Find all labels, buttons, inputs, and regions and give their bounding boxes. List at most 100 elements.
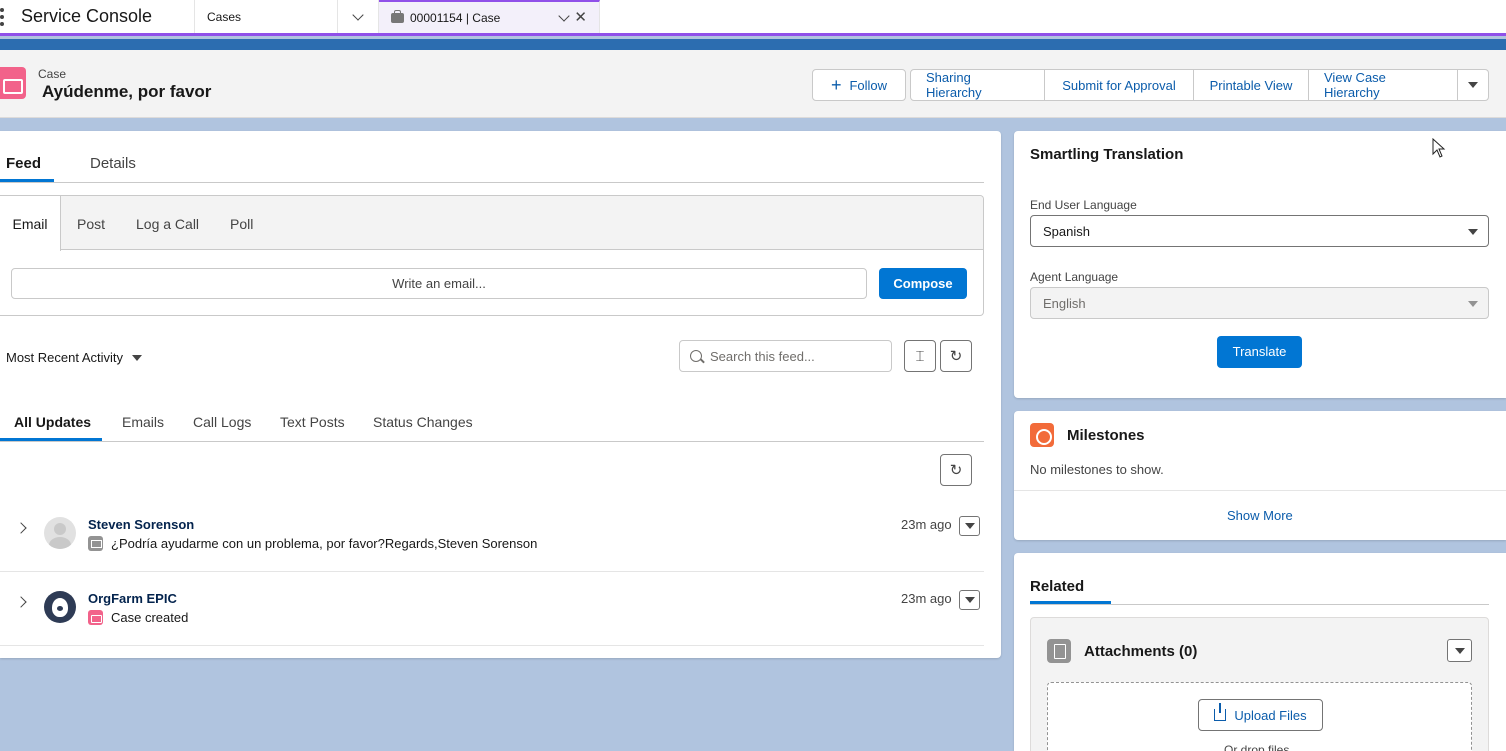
sort-dropdown[interactable]: Most Recent Activity bbox=[6, 350, 143, 365]
drop-hint: Or drop files bbox=[1224, 743, 1290, 751]
file-drop-zone[interactable]: Upload Files Or drop files bbox=[1047, 682, 1472, 751]
agent-language-select: English bbox=[1030, 287, 1489, 319]
filter-tab-status-changes[interactable]: Status Changes bbox=[373, 414, 473, 430]
file-icon bbox=[1047, 639, 1071, 663]
submit-for-approval-button[interactable]: Submit for Approval bbox=[1045, 69, 1194, 101]
view-case-hierarchy-button[interactable]: View Case Hierarchy bbox=[1309, 69, 1458, 101]
tab-options-chevron-icon[interactable] bbox=[558, 9, 571, 22]
feed-item-menu-button[interactable] bbox=[959, 516, 980, 536]
show-more-link[interactable]: Show More bbox=[1227, 508, 1293, 523]
divider bbox=[1014, 490, 1506, 491]
feed-item-menu-button[interactable] bbox=[959, 590, 980, 610]
sharing-hierarchy-button[interactable]: Sharing Hierarchy bbox=[910, 69, 1045, 101]
refresh-updates-button[interactable]: ↻ bbox=[940, 454, 972, 486]
compose-button[interactable]: Compose bbox=[879, 268, 967, 299]
attachments-card: Attachments (0) Upload Files Or drop fil… bbox=[1030, 617, 1489, 751]
milestones-card: Milestones No milestones to show. Show M… bbox=[1014, 411, 1506, 540]
attachments-menu-button[interactable] bbox=[1447, 639, 1472, 662]
feed-timestamp[interactable]: 23m ago bbox=[901, 591, 952, 606]
sort-label: Most Recent Activity bbox=[6, 350, 124, 365]
filter-tab-call-logs[interactable]: Call Logs bbox=[193, 414, 251, 430]
caret-down-icon bbox=[1468, 229, 1478, 235]
filter-tab-text-posts[interactable]: Text Posts bbox=[280, 414, 345, 430]
feed-author[interactable]: OrgFarm EPIC bbox=[88, 591, 177, 606]
upload-files-button[interactable]: Upload Files bbox=[1198, 699, 1323, 731]
agent-language-label: Agent Language bbox=[1030, 270, 1119, 284]
attachments-title[interactable]: Attachments (0) bbox=[1084, 643, 1197, 660]
record-header: Case Ayúdenme, por favor + Follow Sharin… bbox=[0, 50, 1506, 118]
follow-label: Follow bbox=[849, 77, 888, 93]
caret-down-icon bbox=[1454, 647, 1465, 654]
chevron-right-icon[interactable] bbox=[15, 596, 27, 608]
close-tab-icon[interactable]: ✕ bbox=[574, 10, 587, 25]
printable-view-button[interactable]: Printable View bbox=[1194, 69, 1309, 101]
upload-icon bbox=[1214, 703, 1227, 721]
feed-body: Case created bbox=[111, 610, 189, 625]
app-launcher-icon[interactable] bbox=[0, 0, 14, 33]
email-icon bbox=[88, 536, 103, 551]
collapse-all-button[interactable]: ⌶ bbox=[904, 340, 936, 372]
more-actions-button[interactable] bbox=[1458, 69, 1489, 101]
plus-icon: + bbox=[830, 75, 842, 95]
record-tabs: Feed Details bbox=[0, 131, 984, 183]
console-nav-bar: Service Console Cases 00001154 | Case ✕ bbox=[0, 0, 1506, 36]
chevron-down-icon bbox=[352, 8, 364, 21]
caret-down-icon bbox=[132, 354, 143, 361]
feed-author[interactable]: Steven Sorenson bbox=[88, 517, 194, 532]
case-icon bbox=[391, 9, 404, 23]
publisher-tab-poll[interactable]: Poll bbox=[230, 216, 253, 232]
publisher-tab-email[interactable]: Email bbox=[0, 196, 61, 251]
caret-down-icon bbox=[1468, 301, 1478, 307]
nav-tab-cases[interactable]: Cases bbox=[195, 0, 338, 33]
record-title: Ayúdenme, por favor bbox=[42, 82, 212, 101]
tab-feed[interactable]: Feed bbox=[6, 155, 41, 172]
collapse-icon: ⌶ bbox=[915, 347, 925, 365]
end-user-language-value: Spanish bbox=[1043, 223, 1090, 239]
feed-item: Steven Sorenson ¿Podría ayudarme con un … bbox=[0, 500, 984, 572]
app-name: Service Console bbox=[14, 0, 195, 33]
agent-language-value: English bbox=[1043, 295, 1086, 311]
translate-button[interactable]: Translate bbox=[1217, 336, 1302, 368]
record-type-label: Case bbox=[38, 67, 67, 81]
publisher-tab-post[interactable]: Post bbox=[77, 216, 105, 232]
feed-item: OrgFarm EPIC Case created 23m ago bbox=[0, 574, 984, 646]
case-record-icon bbox=[0, 67, 26, 99]
caret-down-icon bbox=[964, 597, 975, 603]
translation-card: Smartling Translation End User Language … bbox=[1014, 131, 1506, 398]
avatar[interactable] bbox=[44, 517, 76, 549]
filter-tab-all-updates[interactable]: All Updates bbox=[14, 414, 91, 430]
publisher-tab-log-a-call[interactable]: Log a Call bbox=[136, 216, 199, 232]
chevron-right-icon[interactable] bbox=[15, 522, 27, 534]
end-user-language-label: End User Language bbox=[1030, 198, 1137, 212]
feed-body: ¿Podría ayudarme con un problema, por fa… bbox=[111, 536, 538, 551]
filter-tab-emails[interactable]: Emails bbox=[122, 414, 164, 430]
refresh-icon: ↻ bbox=[949, 462, 963, 479]
milestones-title: Milestones bbox=[1067, 427, 1145, 444]
caret-down-icon bbox=[1468, 82, 1478, 88]
search-placeholder: Search this feed... bbox=[710, 348, 815, 364]
nav-menu-dropdown[interactable] bbox=[338, 0, 379, 33]
feed-timestamp[interactable]: 23m ago bbox=[901, 517, 952, 532]
tab-details[interactable]: Details bbox=[90, 155, 136, 172]
follow-button[interactable]: + Follow bbox=[812, 69, 906, 101]
related-card: Related Attachments (0) Upload Files Or … bbox=[1014, 553, 1506, 751]
active-filter-indicator bbox=[0, 438, 102, 441]
feed-filter-tabs: All Updates Emails Call Logs Text Posts … bbox=[0, 395, 984, 442]
write-email-input[interactable]: Write an email... bbox=[11, 268, 867, 299]
publisher: Email Post Log a Call Poll Write an emai… bbox=[0, 195, 984, 316]
publisher-tabs: Email Post Log a Call Poll bbox=[0, 196, 983, 251]
mouse-cursor-icon bbox=[1432, 138, 1446, 158]
avatar[interactable] bbox=[44, 591, 76, 623]
end-user-language-select[interactable]: Spanish bbox=[1030, 215, 1489, 247]
tab-related[interactable]: Related bbox=[1030, 578, 1084, 595]
search-feed-input[interactable]: Search this feed... bbox=[679, 340, 892, 372]
divider bbox=[1030, 604, 1489, 605]
refresh-feed-button[interactable]: ↻ bbox=[940, 340, 972, 372]
record-tab-label: 00001154 | Case bbox=[410, 10, 501, 25]
milestones-empty-text: No milestones to show. bbox=[1030, 462, 1164, 477]
milestone-icon bbox=[1030, 423, 1054, 447]
record-tab[interactable]: 00001154 | Case ✕ bbox=[379, 0, 600, 33]
search-icon bbox=[690, 350, 702, 362]
caret-down-icon bbox=[964, 523, 975, 529]
refresh-icon: ↻ bbox=[949, 348, 963, 365]
